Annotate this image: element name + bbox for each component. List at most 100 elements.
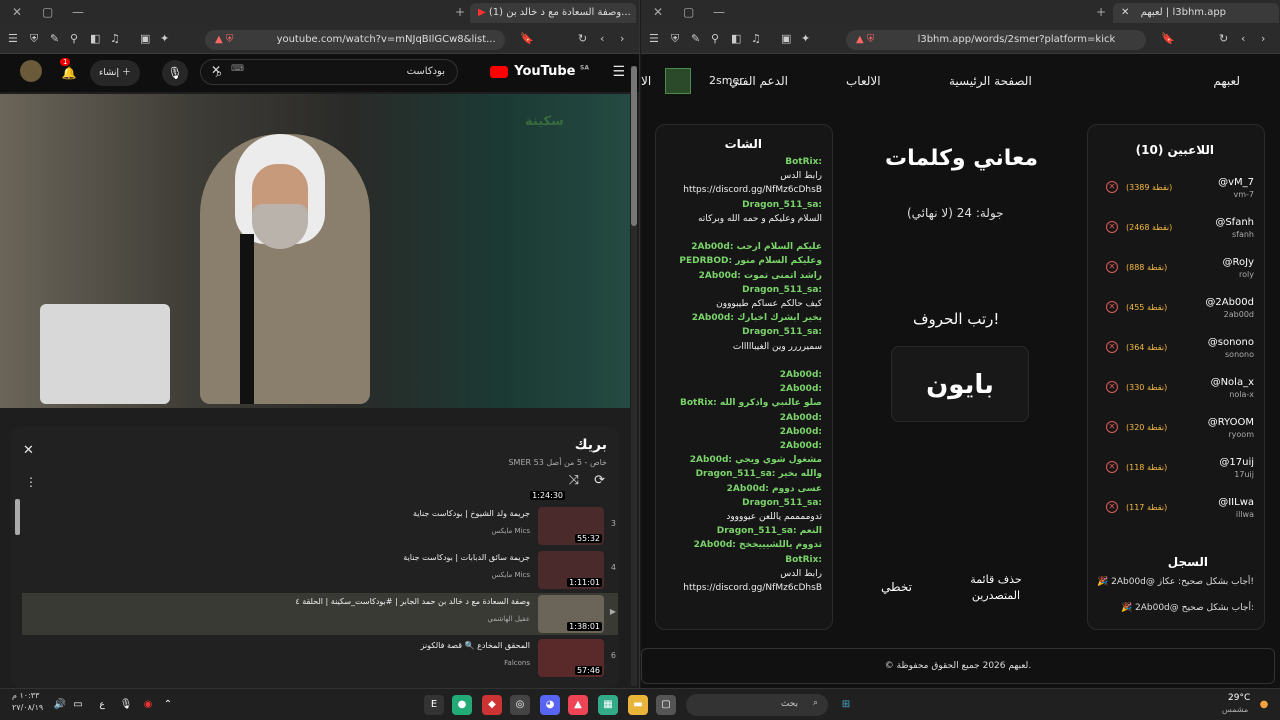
remove-player-icon[interactable]: ✕ (1106, 501, 1118, 513)
create-button[interactable]: إنشاء ＋ (90, 60, 140, 86)
taskbar-search[interactable]: بحث ⌕ (686, 694, 828, 716)
mic-icon[interactable]: 🎙 (162, 60, 188, 86)
minimize-icon[interactable]: — (713, 5, 725, 19)
app-icon-game[interactable]: ◆ (482, 695, 502, 715)
brave-taskbar-icon[interactable]: ▲ (568, 695, 588, 715)
loop-icon[interactable]: ⟳ (594, 473, 605, 488)
nav-games[interactable]: الالعاب (846, 74, 881, 88)
puzzle-icon[interactable]: ✦ (160, 32, 169, 45)
pin-icon[interactable]: ⚲ (70, 32, 78, 45)
playlist-item[interactable]: 3 55:32 جريمة ولد الشيوخ | بودكاست جناية… (22, 505, 618, 547)
nav-item-truncated[interactable]: الا (641, 74, 651, 88)
record-icon[interactable]: ◉ (138, 695, 158, 715)
tab-youtube[interactable]: ▶ (1) وصفة السعادة مع د خالد بن... (470, 3, 636, 23)
address-bar[interactable]: ▲ ⛨ youtube.com/watch?v=mNJqBIlGCw8&list… (205, 30, 505, 50)
app-icon-green[interactable]: ▦ (598, 695, 618, 715)
remove-player-icon[interactable]: ✕ (1106, 461, 1118, 473)
remove-player-icon[interactable]: ✕ (1106, 301, 1118, 313)
tray-chevron-icon[interactable]: ⌃ (158, 695, 178, 715)
windows-start-icon[interactable]: ⊞ (836, 695, 856, 715)
minimize-icon[interactable]: — (72, 5, 84, 19)
delete-leaderboard-button[interactable]: حذف قائمة المتصدرين (961, 572, 1031, 604)
gallery-icon[interactable]: ▣ (140, 32, 150, 45)
bookmark-icon[interactable]: 🔖 (520, 32, 534, 45)
scrollbar-thumb[interactable] (631, 66, 637, 226)
skip-button[interactable]: تخطي (881, 580, 912, 594)
search-input[interactable]: بودكاست ✕ ⌨ (200, 59, 458, 85)
remove-player-icon[interactable]: ✕ (1106, 181, 1118, 193)
app-icon-chrome[interactable]: ● (452, 695, 472, 715)
discord-icon[interactable]: ◕ (540, 695, 560, 715)
title-bar: ✕ ▢ — + ▶ (1) وصفة السعادة مع د خالد بن.… (0, 0, 639, 26)
youtube-logo[interactable]: YouTube SA (489, 64, 589, 79)
hamburger-icon[interactable]: ☰ (612, 64, 625, 80)
extension-icon[interactable]: ✎ (50, 32, 59, 45)
playlist-item[interactable]: 6 57:46 المحقق المخادع 🔍 قصة فالكونز Fal… (22, 637, 618, 679)
nav-support[interactable]: الدعم الفني (729, 74, 788, 88)
user-avatar[interactable] (665, 68, 691, 94)
address-bar[interactable]: ▲ ⛨ l3bhm.app/words/2smer?platform=kick (846, 30, 1146, 50)
tab-l3bhm[interactable]: ✕ لعبهم | l3bhm.app (1113, 3, 1279, 23)
shield-icon[interactable]: ⛨ (30, 32, 38, 46)
puzzle-icon[interactable]: ✦ (801, 32, 810, 45)
remove-player-icon[interactable]: ✕ (1106, 381, 1118, 393)
app-icon-epic[interactable]: E (424, 695, 444, 715)
playlist-item[interactable]: 4 1:11:01 جريمة سائق الدبابات | بودكاست … (22, 549, 618, 591)
player-points: (330 نقطة) (1126, 383, 1168, 392)
task-view-icon[interactable]: ▢ (656, 695, 676, 715)
chat-message: https://discord.gg/NfMz6cDhsB (683, 583, 822, 593)
new-tab-icon[interactable]: + (455, 5, 465, 19)
forward-icon[interactable]: › (620, 32, 624, 45)
menu-icon[interactable]: ☰ (649, 32, 659, 45)
remove-player-icon[interactable]: ✕ (1106, 421, 1118, 433)
more-options-icon[interactable]: ⋮ (25, 475, 37, 489)
chat-message: السلام وعليكم و حمه الله وبركاته (697, 213, 822, 224)
language-indicator[interactable]: ع (92, 695, 112, 715)
pin-icon[interactable]: ⚲ (711, 32, 719, 45)
back-icon[interactable]: ‹ (600, 32, 604, 45)
close-playlist-icon[interactable]: ✕ (23, 443, 34, 458)
close-window-icon[interactable]: ✕ (653, 5, 663, 19)
file-explorer-icon[interactable]: ▬ (628, 695, 648, 715)
keyboard-icon[interactable]: ⌨ (231, 64, 244, 74)
site-logo[interactable]: لعبهم (1213, 74, 1240, 88)
close-window-icon[interactable]: ✕ (12, 5, 22, 19)
sidebar-icon[interactable]: ◧ (90, 32, 100, 45)
duration: 57:46 (574, 666, 602, 675)
maximize-icon[interactable]: ▢ (683, 5, 694, 19)
reload-icon[interactable]: ↻ (1219, 32, 1228, 45)
network-icon[interactable]: ▭ (68, 695, 88, 715)
reload-icon[interactable]: ↻ (578, 32, 587, 45)
shield-icon[interactable]: ⛨ (671, 32, 679, 46)
app-icon-obs[interactable]: ◎ (510, 695, 530, 715)
page-scrollbar[interactable] (631, 66, 637, 686)
clock-date[interactable]: ٢٧/٠٨/١٩ (12, 703, 43, 712)
weather-temp[interactable]: 29°C (1228, 693, 1250, 703)
avatar[interactable] (20, 60, 42, 82)
close-tab-icon[interactable]: ✕ (1121, 7, 1129, 18)
gallery-icon[interactable]: ▣ (781, 32, 791, 45)
shuffle-icon[interactable]: ⤨ (569, 473, 579, 488)
new-tab-icon[interactable]: + (1096, 5, 1106, 19)
remove-player-icon[interactable]: ✕ (1106, 221, 1118, 233)
maximize-icon[interactable]: ▢ (42, 5, 53, 19)
extension-icon[interactable]: ✎ (691, 32, 700, 45)
music-icon[interactable]: ♫ (751, 32, 761, 45)
volume-icon[interactable]: 🔊 (50, 695, 70, 715)
search-icon[interactable]: ⌕ (206, 60, 232, 86)
nav-home[interactable]: الصفحة الرئيسية (949, 74, 1032, 88)
item-channel: Falcons (504, 659, 530, 667)
playlist-item-current[interactable]: ▶ 1:38:01 وصفة السعادة مع د خالد بن حمد … (22, 593, 618, 635)
remove-player-icon[interactable]: ✕ (1106, 341, 1118, 353)
clock-time[interactable]: ١٠:٣٣ م (12, 691, 39, 700)
video-player[interactable]: سكينة (0, 94, 630, 408)
mic-tray-icon[interactable]: 🎙 (116, 695, 136, 715)
sidebar-icon[interactable]: ◧ (731, 32, 741, 45)
playlist-scrollbar[interactable] (15, 499, 20, 535)
remove-player-icon[interactable]: ✕ (1106, 261, 1118, 273)
forward-icon[interactable]: › (1261, 32, 1265, 45)
menu-icon[interactable]: ☰ (8, 32, 18, 45)
back-icon[interactable]: ‹ (1241, 32, 1245, 45)
bookmark-icon[interactable]: 🔖 (1161, 32, 1175, 45)
music-icon[interactable]: ♫ (110, 32, 120, 45)
